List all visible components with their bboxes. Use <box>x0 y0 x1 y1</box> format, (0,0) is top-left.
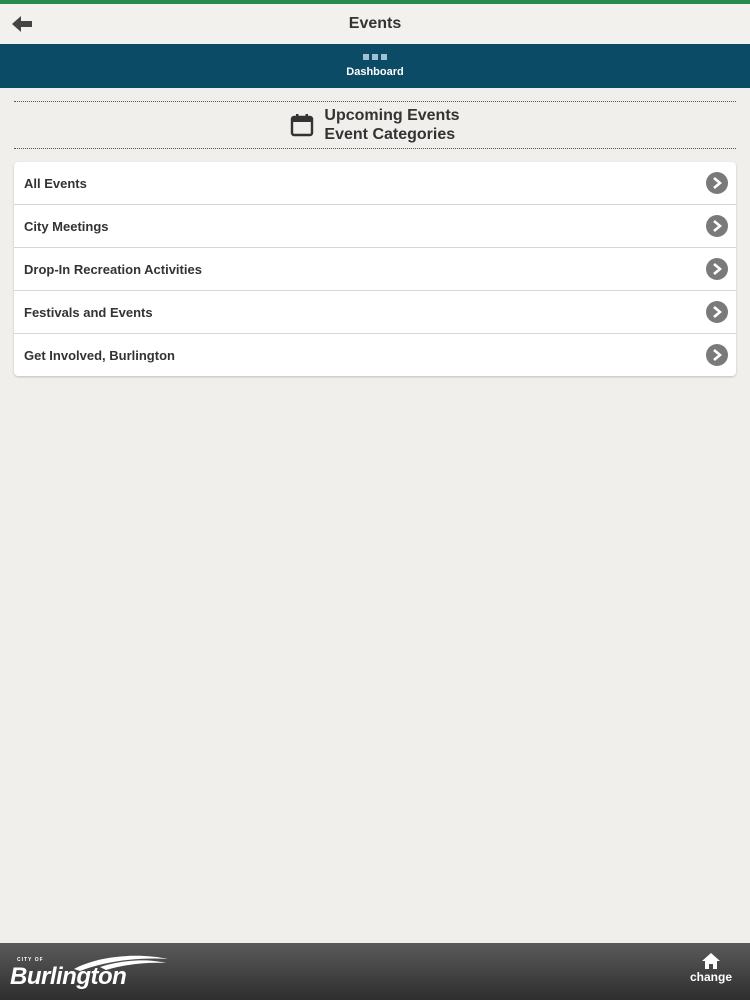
back-button[interactable] <box>10 12 34 36</box>
category-item-drop-in-recreation[interactable]: Drop-In Recreation Activities <box>14 248 736 291</box>
category-item-festivals-and-events[interactable]: Festivals and Events <box>14 291 736 334</box>
app-header: Events <box>0 4 750 44</box>
list-item-label: City Meetings <box>24 218 109 234</box>
dashboard-label: Dashboard <box>346 66 404 78</box>
list-item-label: Drop-In Recreation Activities <box>24 261 202 277</box>
change-label: change <box>689 970 732 984</box>
chevron-right-icon <box>706 344 728 366</box>
section-subtitle: Event Categories <box>324 126 456 143</box>
page-title: Events <box>348 15 402 32</box>
footer-bar: CITY OF Burlington change <box>0 943 750 1000</box>
chevron-right-icon <box>706 301 728 323</box>
home-icon <box>701 953 720 969</box>
logo-swoosh-icon <box>74 955 168 971</box>
category-item-city-meetings[interactable]: City Meetings <box>14 205 736 248</box>
dashboard-button[interactable]: Dashboard <box>0 44 750 88</box>
calendar-icon <box>291 114 314 137</box>
list-item-label: Festivals and Events <box>24 304 153 320</box>
category-list: All Events City Meetings Drop-In Recreat… <box>14 162 736 376</box>
section-title: Upcoming Events <box>324 107 460 124</box>
dashboard-dots-icon <box>363 54 387 60</box>
list-item-label: All Events <box>24 175 87 191</box>
category-item-all-events[interactable]: All Events <box>14 162 736 205</box>
change-button[interactable]: change <box>690 953 732 984</box>
chevron-right-icon <box>706 172 728 194</box>
arrow-left-icon <box>12 16 32 32</box>
burlington-logo: CITY OF Burlington <box>10 949 170 995</box>
section-header: Upcoming Events Event Categories <box>14 101 736 149</box>
chevron-right-icon <box>706 215 728 237</box>
chevron-right-icon <box>706 258 728 280</box>
category-item-get-involved[interactable]: Get Involved, Burlington <box>14 334 736 376</box>
list-item-label: Get Involved, Burlington <box>24 347 175 363</box>
